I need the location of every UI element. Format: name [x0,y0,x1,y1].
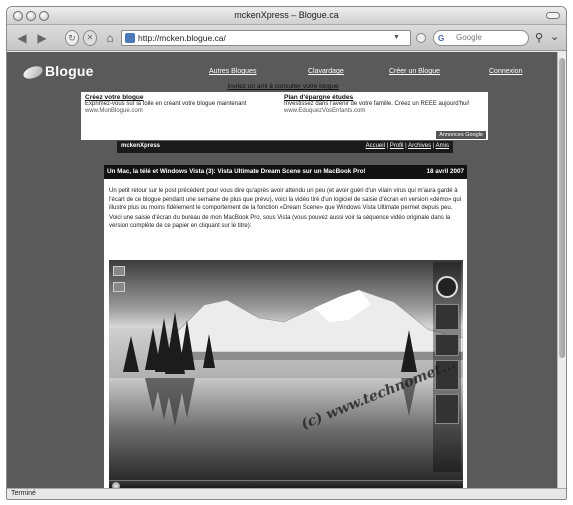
ad-url[interactable]: www.EduquezVosEnfants.com [284,108,484,115]
vertical-scrollbar[interactable] [557,52,566,490]
post-header: Un Mac, la télé et Windows Vista (3): Vi… [104,165,467,179]
search-icon[interactable]: ⚲ [535,31,543,44]
navigation-toolbar: ◀ ▶ ↻ ✕ ⌂ http://mcken.blogue.ca/ ▼ G Go… [7,25,566,51]
logo-text: Blogue [45,63,94,79]
gadget-icon [435,394,459,424]
post-title[interactable]: Un Mac, la télé et Windows Vista (3): Vi… [107,168,366,175]
google-engine-icon[interactable]: G [438,32,444,46]
site-favicon-icon [125,33,135,43]
go-icon[interactable] [416,33,426,43]
ad-url[interactable]: www.MonBlogue.com [85,108,275,115]
blog-link-profil[interactable]: Profil [390,143,404,149]
ad-text: Investissez dans l'avenir de votre famil… [284,101,470,107]
page-viewport: Blogue Autres Blogues Clavardage Créer u… [7,52,559,490]
browser-window: mckenXpress – Blogue.ca ◀ ▶ ↻ ✕ ⌂ http:/… [6,6,567,500]
search-placeholder: Google [456,33,482,42]
ad-item[interactable]: Créez votre blogue Exprimez-vous sur la … [85,94,275,115]
stop-icon[interactable]: ✕ [83,30,97,46]
blog-link-amis[interactable]: Amis [436,143,449,149]
nav-link-creer-blogue[interactable]: Créer un Blogue [389,68,440,75]
post-paragraph: Un petit retour sur le post précédent po… [109,188,461,211]
nav-link-clavardage[interactable]: Clavardage [308,68,344,75]
post-body: Un petit retour sur le post précédent po… [109,187,461,231]
ad-title[interactable]: Plan d'épargne études [284,94,484,101]
address-text: http://mcken.blogue.ca/ [138,33,226,43]
page-menu-icon[interactable]: ⌄ [550,30,559,43]
blog-header-bar: mckenXpress Accueil | Profil | Archives … [117,141,453,153]
blog-links: Accueil | Profil | Archives | Amis [365,143,449,149]
address-bar[interactable]: http://mcken.blogue.ca/ [121,30,411,46]
google-ads-label[interactable]: Annonces Google [436,131,486,139]
invite-friend-link[interactable]: Invitez un ami à consulter votre blogue [7,83,559,90]
desktop-screenshot-image[interactable]: (c) www.technomet... [109,260,463,490]
clock-gadget-icon [436,276,458,298]
desktop-icon [113,266,125,276]
ad-title[interactable]: Créez votre blogue [85,94,275,101]
nav-link-autres-blogues[interactable]: Autres Blogues [209,68,256,75]
status-bar: Terminé [7,488,566,499]
nav-link-connexion[interactable]: Connexion [489,68,522,75]
blog-post: Un Mac, la télé et Windows Vista (3): Vi… [104,165,467,490]
reload-icon[interactable]: ↻ [65,30,79,46]
history-dropdown-icon[interactable]: ▼ [393,34,400,41]
post-date: 18 avril 2007 [426,168,464,175]
blog-name[interactable]: mckenXpress [121,143,160,149]
gadget-icon [435,334,459,356]
scrollbar-thumb[interactable] [559,58,565,358]
blog-link-archives[interactable]: Archives [408,143,431,149]
logo-swoosh-icon [21,63,45,82]
gadget-icon [435,304,459,330]
site-logo[interactable]: Blogue [21,63,113,82]
ad-text: Exprimez-vous sur la toile en créant vot… [85,101,247,107]
home-icon[interactable]: ⌂ [102,30,118,46]
ad-box: Créez votre blogue Exprimez-vous sur la … [81,92,488,140]
post-paragraph: Voici une saisie d'écran du bureau de mo… [109,214,451,230]
window-title: mckenXpress – Blogue.ca [234,10,339,20]
back-arrow-icon[interactable]: ◀ [13,30,31,46]
title-bar: mckenXpress – Blogue.ca [7,7,566,25]
status-text: Terminé [11,490,36,497]
desktop-icon [113,282,125,292]
forward-arrow-icon[interactable]: ▶ [33,30,51,46]
ad-item[interactable]: Plan d'épargne études Investissez dans l… [284,94,484,115]
blog-link-accueil[interactable]: Accueil [366,143,385,149]
toolbar-toggle-button[interactable] [546,12,560,19]
search-input[interactable]: G Google [433,30,529,46]
